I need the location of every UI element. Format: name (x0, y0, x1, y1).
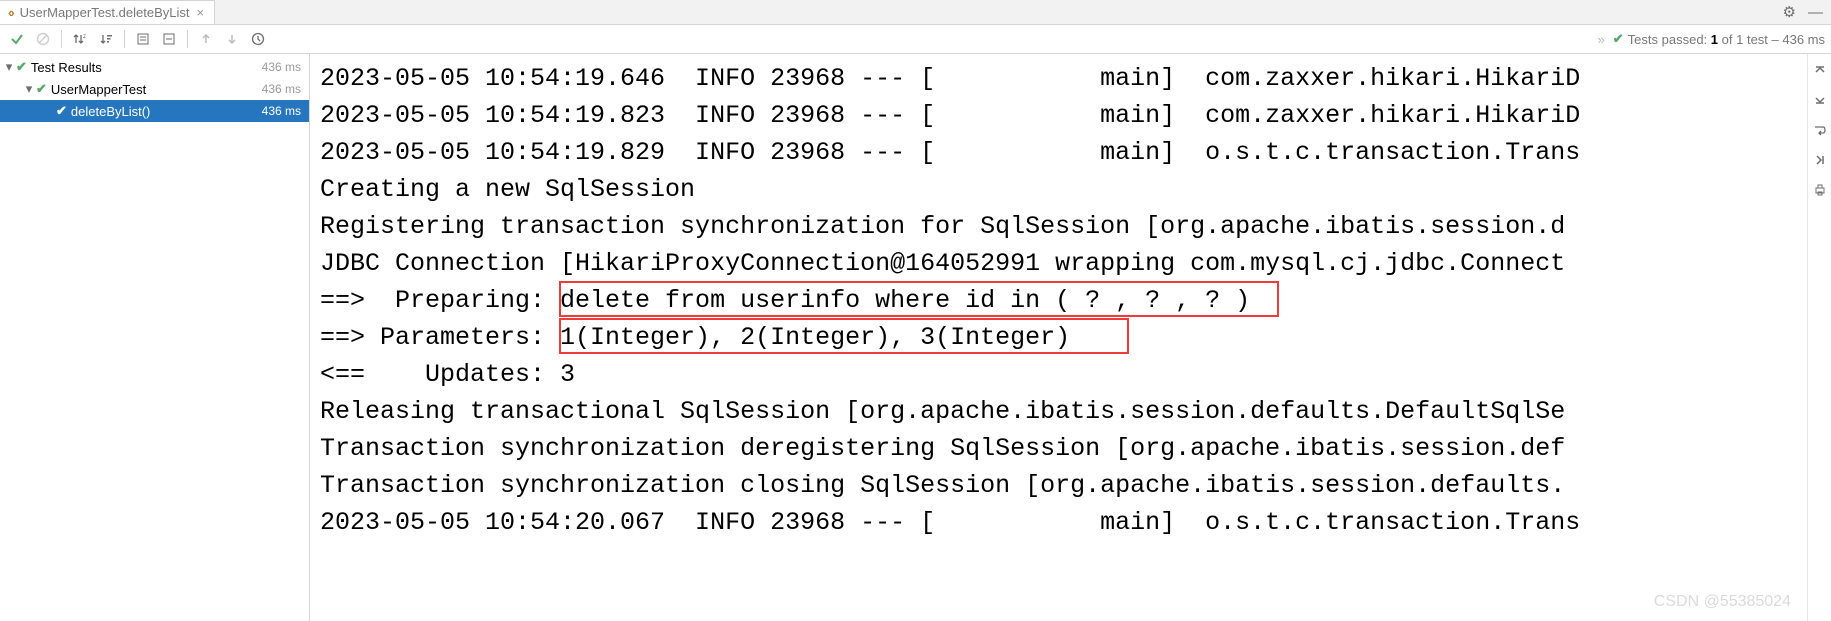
tree-label: Test Results (31, 60, 262, 75)
scroll-up-icon[interactable] (1812, 62, 1828, 78)
minimize-icon[interactable]: — (1808, 4, 1823, 21)
tab-run-config[interactable]: ‹› UserMapperTest.deleteByList × (0, 0, 215, 24)
tree-label: UserMapperTest (51, 82, 262, 97)
more-icon[interactable]: » (1598, 32, 1605, 47)
tab-title: UserMapperTest.deleteByList (20, 5, 190, 20)
tree-duration: 436 ms (262, 82, 301, 96)
sort-by-duration-button[interactable] (95, 28, 117, 50)
show-passed-button[interactable] (6, 28, 28, 50)
print-icon[interactable] (1812, 182, 1828, 198)
close-icon[interactable]: × (194, 5, 206, 20)
console-line: 2023-05-05 10:54:19.646 INFO 23968 --- [… (320, 60, 1821, 97)
console-line: 2023-05-05 10:54:19.829 INFO 23968 --- [… (320, 134, 1821, 171)
next-failed-button[interactable] (221, 28, 243, 50)
tree-root[interactable]: ✔ Test Results 436 ms (0, 56, 309, 78)
console-line: Registering transaction synchronization … (320, 208, 1821, 245)
console-line: 2023-05-05 10:54:19.823 INFO 23968 --- [… (320, 97, 1821, 134)
watermark: CSDN @55385024 (1654, 593, 1791, 611)
scroll-down-icon[interactable] (1812, 92, 1828, 108)
sort-button[interactable]: z (69, 28, 91, 50)
prev-failed-button[interactable] (195, 28, 217, 50)
soft-wrap-icon[interactable] (1812, 122, 1828, 138)
tab-bar: ‹› UserMapperTest.deleteByList × ⚙ — (0, 0, 1831, 25)
console-gutter (1807, 54, 1831, 621)
test-history-button[interactable] (247, 28, 269, 50)
test-tree[interactable]: ✔ Test Results 436 ms ✔ UserMapperTest 4… (0, 54, 310, 621)
tree-class[interactable]: ✔ UserMapperTest 436 ms (0, 78, 309, 100)
check-icon: ✔ (1613, 31, 1624, 47)
console-line: Transaction synchronization closing SqlS… (320, 467, 1821, 504)
tree-method[interactable]: ✔ deleteByList() 436 ms (0, 100, 309, 122)
annotation-box-sql (559, 281, 1279, 317)
console-output[interactable]: 2023-05-05 10:54:19.646 INFO 23968 --- [… (310, 54, 1831, 621)
collapse-all-button[interactable] (158, 28, 180, 50)
annotation-box-params (559, 318, 1129, 354)
console-line: 2023-05-05 10:54:20.067 INFO 23968 --- [… (320, 504, 1821, 541)
console-line: Transaction synchronization deregisterin… (320, 430, 1821, 467)
tree-duration: 436 ms (262, 60, 301, 74)
console-line: Releasing transactional SqlSession [org.… (320, 393, 1821, 430)
test-toolbar: z » ✔ Tests passed: 1 of 1 test – 436 ms (0, 25, 1831, 54)
console-line: JDBC Connection [HikariProxyConnection@1… (320, 245, 1821, 282)
tree-duration: 436 ms (262, 104, 301, 118)
show-ignored-button[interactable] (32, 28, 54, 50)
scroll-to-end-icon[interactable] (1812, 152, 1828, 168)
tests-status: ✔ Tests passed: 1 of 1 test – 436 ms (1613, 31, 1825, 47)
console-line: <== Updates: 3 (320, 356, 1821, 393)
svg-text:z: z (83, 34, 86, 40)
console-line: Creating a new SqlSession (320, 171, 1821, 208)
tree-label: deleteByList() (71, 104, 262, 119)
expand-all-button[interactable] (132, 28, 154, 50)
run-tab-icon: ‹› (8, 5, 13, 20)
gear-icon[interactable]: ⚙ (1783, 3, 1796, 21)
